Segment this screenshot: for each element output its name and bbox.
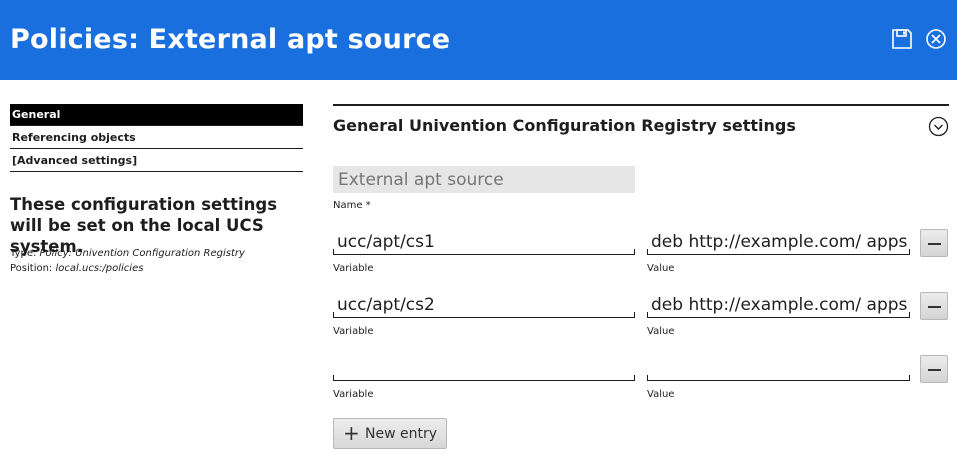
variable-label-3: Variable [333, 389, 374, 400]
remove-entry-button[interactable] [920, 229, 948, 257]
page-title: Policies: External apt source [10, 24, 451, 55]
object-type: Type: Policy: Univention Configuration R… [10, 248, 245, 259]
sidebar-item-referencing-objects[interactable]: Referencing objects [10, 127, 303, 149]
minus-icon [928, 306, 941, 308]
variable-label-1: Variable [333, 263, 374, 274]
value-label-1: Value [647, 263, 675, 274]
value-input-3-frame [647, 355, 910, 381]
variable-input-1-frame [333, 229, 635, 255]
minus-icon [928, 369, 941, 371]
new-entry-label: New entry [365, 426, 438, 442]
minus-icon [928, 243, 941, 245]
object-position-value: local.ucs:/policies [55, 263, 144, 274]
name-field[interactable] [333, 166, 635, 193]
sidebar: General Referencing objects [Advanced se… [10, 104, 303, 274]
sidebar-item-general[interactable]: General [10, 104, 303, 126]
new-entry-button[interactable]: + New entry [333, 418, 447, 449]
remove-entry-button[interactable] [920, 292, 948, 320]
section-title: General Univention Configuration Registr… [333, 116, 796, 135]
page-header: Policies: External apt source [0, 0, 957, 80]
section-divider [333, 104, 949, 106]
value-label-2: Value [647, 326, 675, 337]
object-type-label: Type: [10, 248, 37, 259]
object-position-label: Position: [10, 263, 53, 274]
value-input-2-frame [647, 292, 910, 318]
object-type-value: Policy: Univention Configuration Registr… [39, 248, 245, 259]
value-label-3: Value [647, 389, 675, 400]
plus-icon: + [343, 421, 360, 445]
remove-entry-button[interactable] [920, 355, 948, 383]
save-icon[interactable] [891, 28, 915, 52]
variable-label-2: Variable [333, 326, 374, 337]
sidebar-item-advanced-settings[interactable]: [Advanced settings] [10, 150, 303, 172]
variable-input-2-frame [333, 292, 635, 318]
chevron-down-icon[interactable] [928, 116, 949, 137]
close-icon[interactable] [925, 28, 949, 52]
value-input-1-frame [647, 229, 910, 255]
object-position: Position: local.ucs:/policies [10, 263, 143, 274]
variable-input-3-frame [333, 355, 635, 381]
name-field-label: Name * [333, 200, 371, 211]
